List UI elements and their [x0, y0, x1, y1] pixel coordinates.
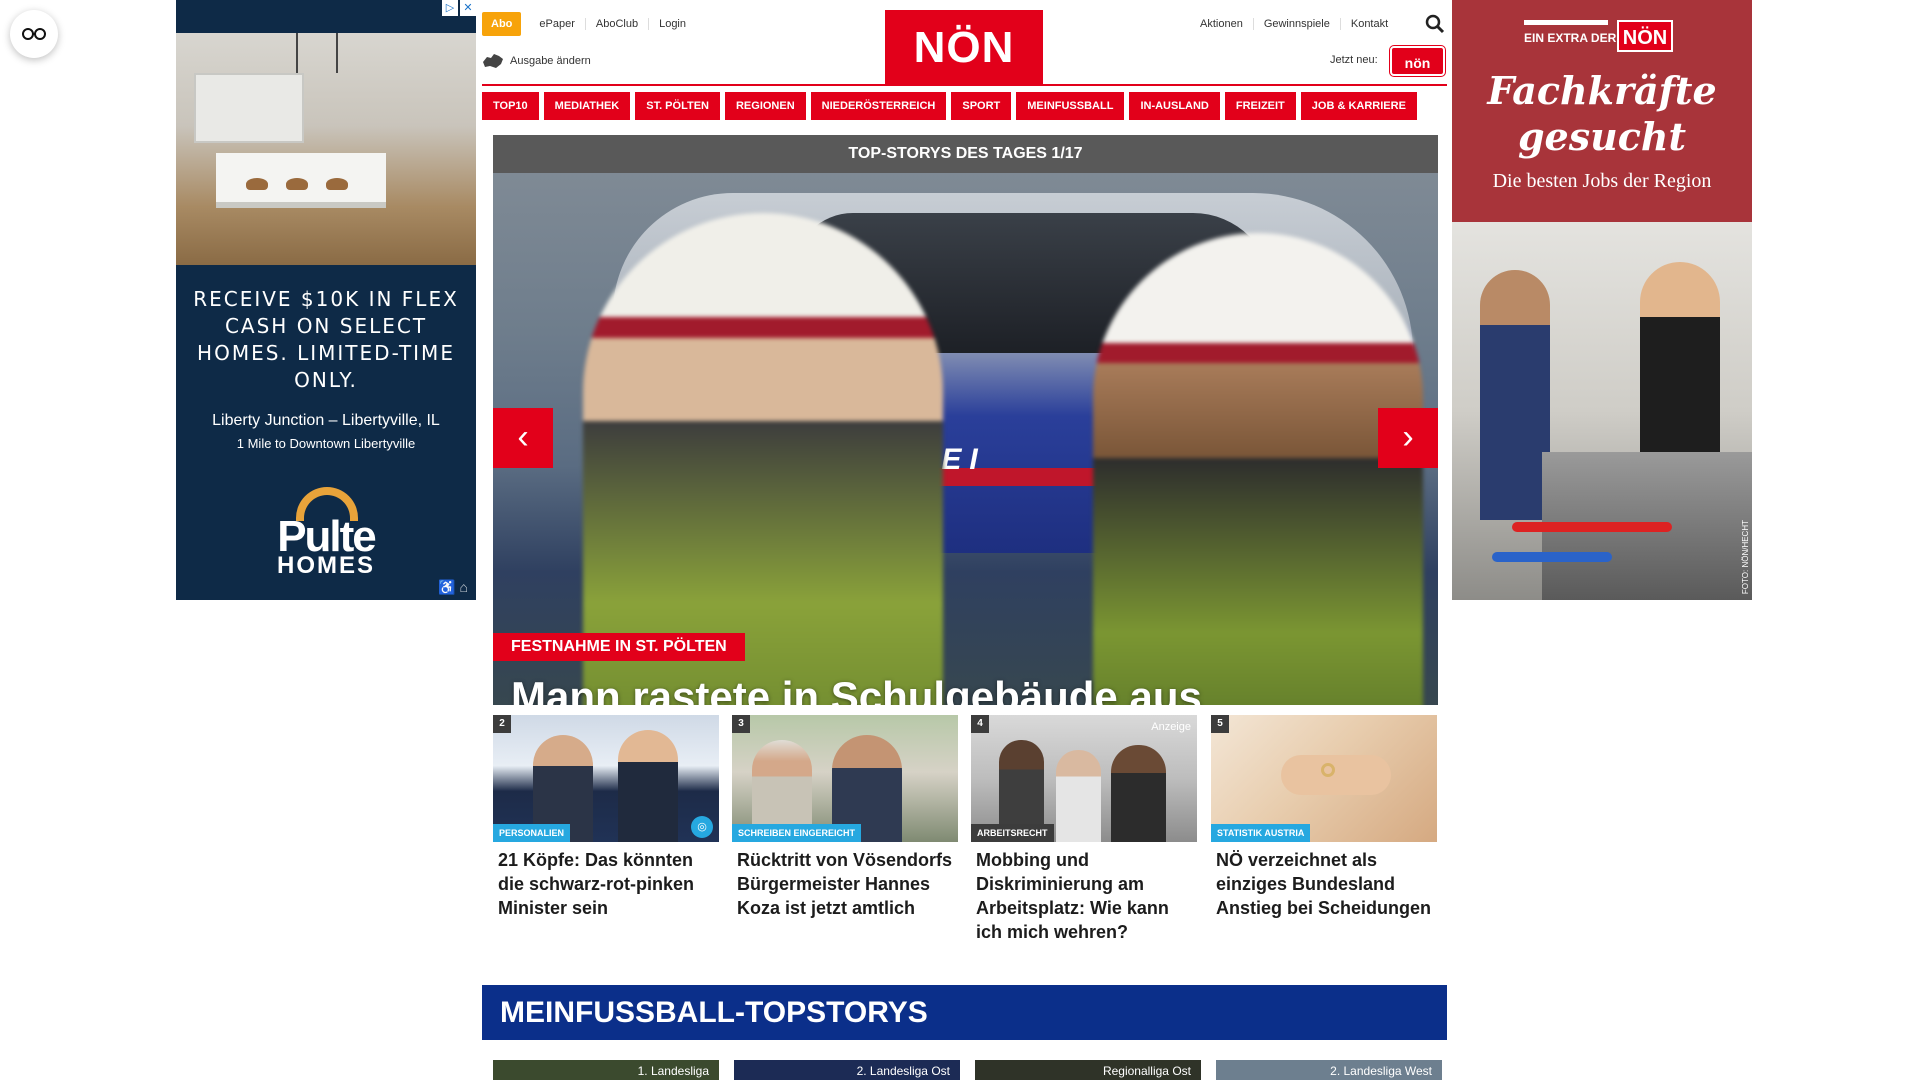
teaser-kicker: STATISTIK AUSTRIA: [1211, 824, 1311, 842]
teaser-image: 5 STATISTIK AUSTRIA: [1211, 715, 1437, 842]
ad-slogan: Fachkräfte gesucht: [1487, 68, 1717, 159]
site-logo[interactable]: NÖN: [885, 10, 1043, 84]
ad-label: Anzeige: [1151, 721, 1191, 733]
aboclub-link[interactable]: AboClub: [586, 18, 650, 30]
ad-logo-sub: HOMES: [276, 552, 375, 579]
teaser-kicker: PERSONALIEN: [493, 824, 571, 842]
ad-extra-label: EIN EXTRA DER: [1524, 31, 1617, 45]
ad-distance: 1 Mile to Downtown Libertyville: [236, 436, 416, 451]
hero-title[interactable]: Mann rastete in Schulgebäude aus: [511, 673, 1202, 705]
teaser-number: 2: [493, 715, 511, 733]
austria-map-icon: [483, 54, 503, 68]
teaser-card[interactable]: 2 PERSONALIEN ◎ 21 Köpfe: Das könnten di…: [493, 715, 719, 920]
mf-card[interactable]: 1. Landesliga: [493, 1060, 719, 1080]
top-links: Abo ePaper AboClub Login: [482, 12, 696, 36]
slider-title: TOP-STORYS DES TAGES 1/17: [493, 135, 1438, 173]
teaser-title[interactable]: Mobbing und Diskriminierung am Arbeitspl…: [971, 848, 1197, 944]
nav-item-in-ausland[interactable]: IN-AUSLAND: [1129, 92, 1220, 120]
nav-item-regionen[interactable]: REGIONEN: [724, 92, 806, 120]
abo-button[interactable]: Abo: [482, 12, 522, 36]
reader-mode-button[interactable]: [10, 10, 58, 58]
teaser-title[interactable]: 21 Köpfe: Das könnten die schwarz-rot-pi…: [493, 848, 719, 920]
ad-right-banner[interactable]: EIN EXTRA DER NÖN Fachkräfte gesucht Die…: [1452, 0, 1752, 600]
teaser-title[interactable]: Rücktritt von Vösendorfs Bürgermeister H…: [732, 848, 958, 920]
slider-prev-button[interactable]: ‹: [493, 408, 553, 468]
mf-card[interactable]: 2. Landesliga Ost: [734, 1060, 960, 1080]
header-divider: [482, 84, 1447, 86]
mf-card[interactable]: 2. Landesliga West: [1216, 1060, 1442, 1080]
ad-subline: Die besten Jobs der Region: [1492, 170, 1712, 192]
service-links: Aktionen Gewinnspiele Kontakt: [1190, 12, 1398, 36]
new-label: Jetzt neu:: [1330, 54, 1378, 66]
hero-kicker: FESTNAHME IN ST. PÖLTEN: [493, 633, 745, 661]
teaser-image: 4 Anzeige ARBEITSRECHT: [971, 715, 1197, 842]
nav-item-meinfussball[interactable]: MEINFUSSBALL: [1016, 92, 1125, 120]
ad-left-banner[interactable]: ▷ ✕ RECEIVE $10K IN FLEX CASH ON SELECT …: [176, 0, 476, 600]
info-icon[interactable]: ▷: [442, 0, 458, 16]
teaser-card[interactable]: 5 STATISTIK AUSTRIA NÖ verzeichnet als e…: [1211, 715, 1437, 920]
kontakt-link[interactable]: Kontakt: [1341, 18, 1398, 30]
teaser-kicker: SCHREIBEN EINGEREICHT: [732, 824, 862, 842]
teaser-number: 4: [971, 715, 989, 733]
search-icon[interactable]: [1425, 14, 1445, 34]
nav-item-freizeit[interactable]: FREIZEIT: [1224, 92, 1296, 120]
ad-workers-photo: FOTO: NÖN/HECHT: [1452, 222, 1752, 600]
aktionen-link[interactable]: Aktionen: [1190, 18, 1254, 30]
meinfussball-cards: 1. Landesliga 2. Landesliga Ost Regional…: [493, 1060, 1442, 1080]
teaser-number: 5: [1211, 715, 1229, 733]
teaser-card[interactable]: 3 SCHREIBEN EINGEREICHT Rücktritt von Vö…: [732, 715, 958, 920]
camera-icon: ◎: [691, 816, 713, 838]
teaser-image: 2 PERSONALIEN ◎: [493, 715, 719, 842]
teaser-card[interactable]: 4 Anzeige ARBEITSRECHT Mobbing und Diskr…: [971, 715, 1197, 944]
teaser-number: 3: [732, 715, 750, 733]
login-link[interactable]: Login: [649, 18, 696, 30]
nav-item-sport[interactable]: SPORT: [951, 92, 1012, 120]
gewinnspiele-link[interactable]: Gewinnspiele: [1254, 18, 1341, 30]
close-icon[interactable]: ✕: [460, 0, 476, 16]
teaser-image: 3 SCHREIBEN EINGEREICHT: [732, 715, 958, 842]
new-product-badge[interactable]: nön: [1390, 46, 1445, 76]
ad-location: Liberty Junction – Libertyville, IL: [212, 412, 440, 429]
teaser-kicker: ARBEITSRECHT: [971, 824, 1054, 842]
mf-card[interactable]: Regionalliga Ost: [975, 1060, 1201, 1080]
non-badge: NÖN: [1617, 20, 1673, 52]
nav-item-top10[interactable]: TOP10: [482, 92, 539, 120]
top-stories-slider: TOP-STORYS DES TAGES 1/17 POLIZEI ‹ › FE…: [493, 135, 1438, 705]
edition-switch[interactable]: Ausgabe ändern: [482, 50, 591, 72]
nav-item-job-karriere[interactable]: JOB & KARRIERE: [1300, 92, 1417, 120]
ad-divider: [1524, 20, 1608, 25]
epaper-link[interactable]: ePaper: [529, 18, 586, 30]
slider-next-button[interactable]: ›: [1378, 408, 1438, 468]
edition-label: Ausgabe ändern: [510, 55, 591, 67]
photo-credit: FOTO: NÖN/HECHT: [1741, 519, 1750, 594]
glasses-icon: [22, 28, 46, 40]
nav-item-st-poelten[interactable]: ST. PÖLTEN: [635, 92, 720, 120]
meinfussball-heading[interactable]: MEINFUSSBALL-TOPSTORYS: [482, 985, 1447, 1040]
ad-kitchen-photo: [176, 33, 476, 265]
teaser-title[interactable]: NÖ verzeichnet als einziges Bundesland A…: [1211, 848, 1437, 920]
main-nav: TOP10 MEDIATHEK ST. PÖLTEN REGIONEN NIED…: [482, 92, 1447, 120]
teaser-row: 2 PERSONALIEN ◎ 21 Köpfe: Das könnten di…: [493, 715, 1438, 955]
nav-item-niederoesterreich[interactable]: NIEDERÖSTERREICH: [810, 92, 947, 120]
nav-item-mediathek[interactable]: MEDIATHEK: [543, 92, 631, 120]
hero-story-link[interactable]: POLIZEI ‹ › FESTNAHME IN ST. PÖLTEN Mann…: [493, 173, 1438, 705]
adchoices[interactable]: ▷ ✕: [442, 0, 476, 16]
ad-headline: RECEIVE $10K IN FLEX CASH ON SELECT HOME…: [193, 287, 459, 392]
accessibility-icon: ♿ ⌂: [438, 579, 468, 595]
